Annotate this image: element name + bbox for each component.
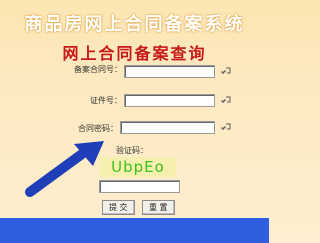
system-title: 商品房网上合同备案系统 xyxy=(24,14,245,35)
password-label: 合同密码： xyxy=(78,124,118,133)
contract-no-input[interactable] xyxy=(125,73,214,84)
captcha-label: 验证码： xyxy=(116,146,148,155)
captcha-text: UbpEo xyxy=(111,158,165,176)
reset-button[interactable]: 重 置 xyxy=(142,200,175,215)
bottom-bar xyxy=(0,218,269,243)
edit-icon xyxy=(221,67,231,74)
edit-icon xyxy=(221,96,231,103)
submit-button[interactable]: 提 交 xyxy=(102,200,135,215)
captcha-image: UbpEo xyxy=(100,157,176,177)
password-input[interactable] xyxy=(121,129,214,140)
contract-no-field[interactable] xyxy=(124,65,215,84)
captcha-field[interactable] xyxy=(99,180,180,199)
id-no-input[interactable] xyxy=(125,102,214,113)
page-subtitle: 网上合同备案查询 xyxy=(62,44,207,63)
contract-no-label: 备案合同号： xyxy=(74,65,122,74)
edit-icon xyxy=(221,123,231,130)
password-field[interactable] xyxy=(120,121,215,140)
id-no-field[interactable] xyxy=(124,94,215,113)
captcha-input[interactable] xyxy=(100,188,179,199)
id-no-label: 证件号： xyxy=(90,96,122,105)
